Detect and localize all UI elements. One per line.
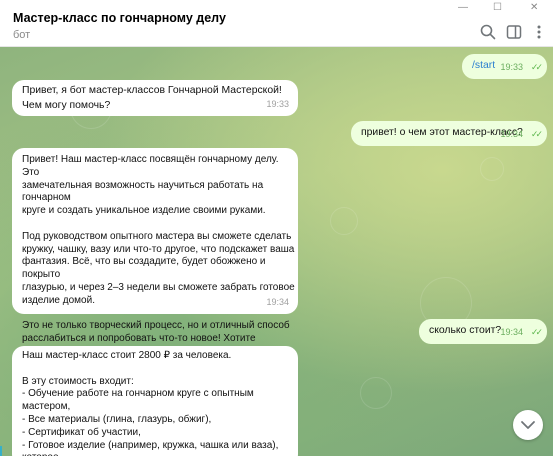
message-text: Наш мастер-класс стоит 2800 ₽ за человек…	[22, 350, 279, 456]
background-doodle	[360, 377, 392, 409]
chat-title[interactable]: Мастер-класс по гончарному делу	[13, 11, 226, 25]
close-button[interactable]: ✕	[530, 2, 538, 13]
message-time: 19:33	[500, 62, 523, 72]
read-check-icon: ✓✓	[530, 327, 543, 337]
message-outgoing[interactable]: сколько стоит? 19:34 ✓✓	[419, 319, 547, 344]
message-time: 19:34	[266, 297, 289, 307]
scroll-down-button[interactable]	[513, 410, 543, 440]
search-icon[interactable]	[479, 23, 497, 41]
chat-area[interactable]: /start 19:33 ✓✓ Привет, я бот мастер-кла…	[0, 47, 553, 456]
read-check-icon: ✓✓	[530, 129, 543, 139]
message-text: Привет! Наш мастер-класс посвящён гончар…	[22, 154, 295, 370]
message-time: 19:33	[266, 99, 289, 109]
background-doodle	[480, 157, 504, 181]
window-accent-edge	[0, 446, 2, 456]
message-text: Привет, я бот мастер-классов Гончарной М…	[22, 85, 285, 111]
background-doodle	[330, 207, 358, 235]
message-text[interactable]: /start	[472, 58, 495, 73]
message-incoming[interactable]: Привет! Наш мастер-класс посвящён гончар…	[12, 148, 298, 370]
more-vertical-icon[interactable]	[530, 23, 548, 41]
message-text: сколько стоит?	[429, 325, 502, 336]
chat-subtitle: бот	[13, 29, 31, 41]
message-incoming[interactable]: Привет, я бот мастер-классов Гончарной М…	[12, 80, 298, 116]
message-outgoing[interactable]: /start 19:33 ✓✓	[462, 54, 547, 79]
message-text: привет! о чем этот мастер-класс?	[361, 127, 523, 138]
maximize-button[interactable]: ☐	[493, 2, 502, 13]
minimize-button[interactable]: —	[458, 2, 468, 13]
sidebar-toggle-icon[interactable]	[505, 23, 523, 41]
message-time: 19:34	[500, 129, 523, 139]
chat-header: Мастер-класс по гончарному делу бот — ☐ …	[0, 0, 553, 47]
scroll-down-icon	[521, 421, 535, 429]
message-time: 19:34	[500, 327, 523, 337]
read-check-icon: ✓✓	[530, 62, 543, 72]
message-outgoing[interactable]: привет! о чем этот мастер-класс? 19:34 ✓…	[351, 121, 547, 146]
message-incoming[interactable]: Наш мастер-класс стоит 2800 ₽ за человек…	[12, 346, 298, 456]
